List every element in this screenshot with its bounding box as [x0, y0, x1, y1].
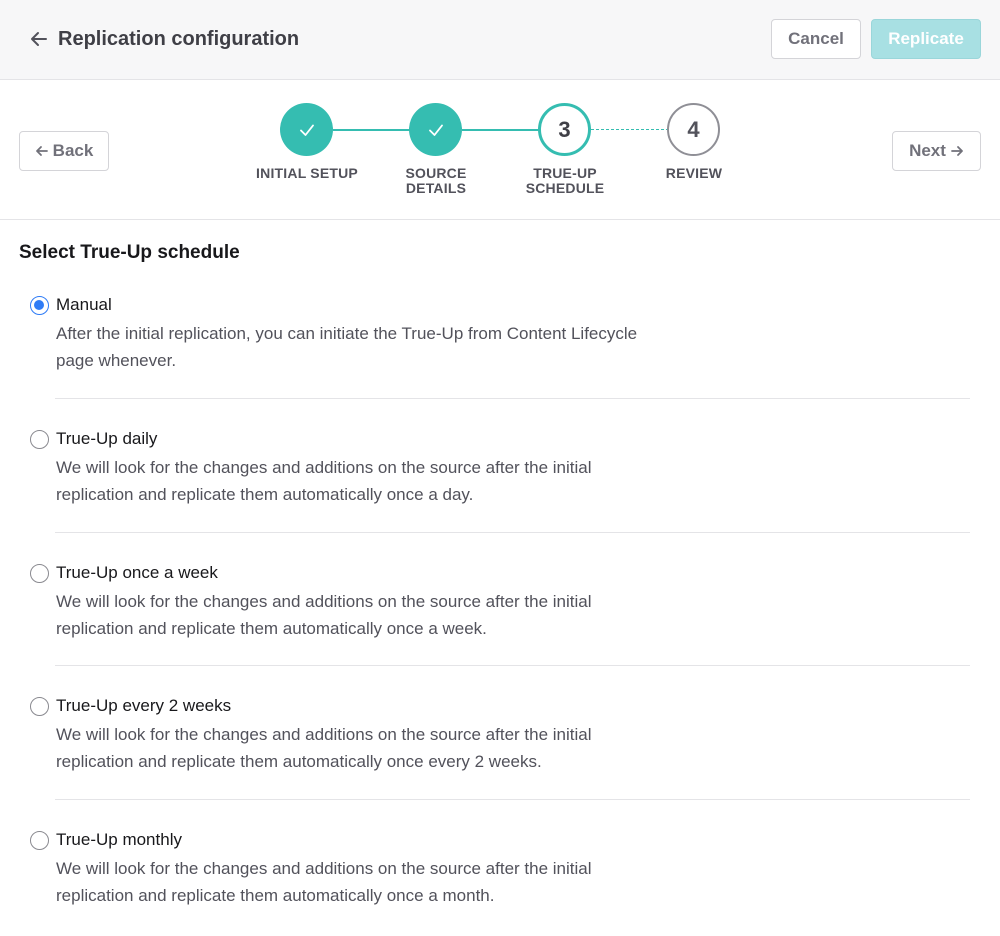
divider — [55, 665, 970, 666]
option-label: Manual — [56, 295, 112, 314]
radio-manual[interactable] — [30, 296, 49, 315]
step-4-label: REVIEW — [624, 166, 764, 181]
option-monthly[interactable]: True-Up monthly We will look for the cha… — [30, 829, 970, 909]
step-2-label: SOURCE DETAILS — [366, 166, 506, 196]
radio-weekly[interactable] — [30, 564, 49, 583]
step-4-label-line1: REVIEW — [665, 165, 723, 181]
option-description-line: replication and replicate them automatic… — [56, 485, 474, 504]
option-description-line: We will look for the changes and additio… — [56, 592, 592, 611]
step-2-circle — [409, 103, 462, 156]
next-button-label: Next — [909, 141, 946, 160]
check-icon — [428, 124, 443, 136]
step-connector-2 — [462, 129, 540, 131]
radio-monthly[interactable] — [30, 831, 49, 850]
option-biweekly[interactable]: True-Up every 2 weeks We will look for t… — [30, 695, 970, 775]
step-2-label-line1: SOURCE — [405, 165, 467, 181]
option-description-line: page whenever. — [56, 351, 177, 370]
page-header: Replication configuration Cancel Replica… — [0, 0, 1000, 80]
divider — [55, 532, 970, 533]
step-3-label: TRUE-UP SCHEDULE — [495, 166, 635, 196]
divider — [55, 799, 970, 800]
option-label: True-Up monthly — [56, 830, 182, 849]
step-connector-3 — [591, 129, 669, 130]
cancel-button[interactable]: Cancel — [771, 19, 861, 59]
check-icon — [299, 124, 314, 136]
step-4-circle: 4 — [667, 103, 720, 156]
back-button-label: Back — [52, 141, 94, 160]
option-description: We will look for the changes and additio… — [56, 721, 716, 775]
back-button[interactable]: Back — [19, 131, 109, 171]
option-label: True-Up once a week — [56, 563, 218, 582]
section-title: Select True-Up schedule — [19, 242, 240, 263]
option-description: We will look for the changes and additio… — [56, 454, 716, 508]
step-1-label: INITIAL SETUP — [237, 166, 377, 181]
option-description: We will look for the changes and additio… — [56, 855, 716, 909]
step-1-circle — [280, 103, 333, 156]
option-description: We will look for the changes and additio… — [56, 588, 716, 642]
option-description: After the initial replication, you can i… — [56, 320, 716, 374]
next-button[interactable]: Next — [892, 131, 981, 171]
step-3-circle: 3 — [538, 103, 591, 156]
option-description-line: replication and replicate them automatic… — [56, 886, 495, 905]
option-description-line: We will look for the changes and additio… — [56, 725, 592, 744]
divider — [55, 398, 970, 399]
page-title: Replication configuration — [58, 28, 300, 50]
option-weekly[interactable]: True-Up once a week We will look for the… — [30, 562, 970, 642]
option-label: True-Up every 2 weeks — [56, 696, 232, 715]
step-connector-1 — [333, 129, 411, 131]
back-arrow-icon[interactable] — [28, 26, 50, 52]
option-description-line: We will look for the changes and additio… — [56, 458, 592, 477]
option-label: True-Up daily — [56, 429, 158, 448]
replicate-button[interactable]: Replicate — [871, 19, 981, 59]
option-description-line: After the initial replication, you can i… — [56, 324, 638, 343]
option-daily[interactable]: True-Up daily We will look for the chang… — [30, 428, 970, 508]
option-description-line: replication and replicate them automatic… — [56, 619, 487, 638]
arrow-left-icon — [35, 146, 48, 156]
step-3-label-line2: SCHEDULE — [525, 180, 605, 196]
radio-biweekly[interactable] — [30, 697, 49, 716]
option-description-line: replication and replicate them automatic… — [56, 752, 542, 771]
option-description-line: We will look for the changes and additio… — [56, 859, 592, 878]
step-2-label-line2: DETAILS — [405, 180, 467, 196]
radio-daily[interactable] — [30, 430, 49, 449]
step-3-label-line1: TRUE-UP — [533, 165, 597, 181]
arrow-right-icon — [951, 146, 963, 156]
option-manual[interactable]: Manual After the initial replication, yo… — [30, 294, 970, 374]
stepper: Back 3 4 INITIAL SETUP SOURCE DETAILS TR… — [0, 81, 1000, 220]
step-1-label-line1: INITIAL SETUP — [256, 165, 358, 181]
